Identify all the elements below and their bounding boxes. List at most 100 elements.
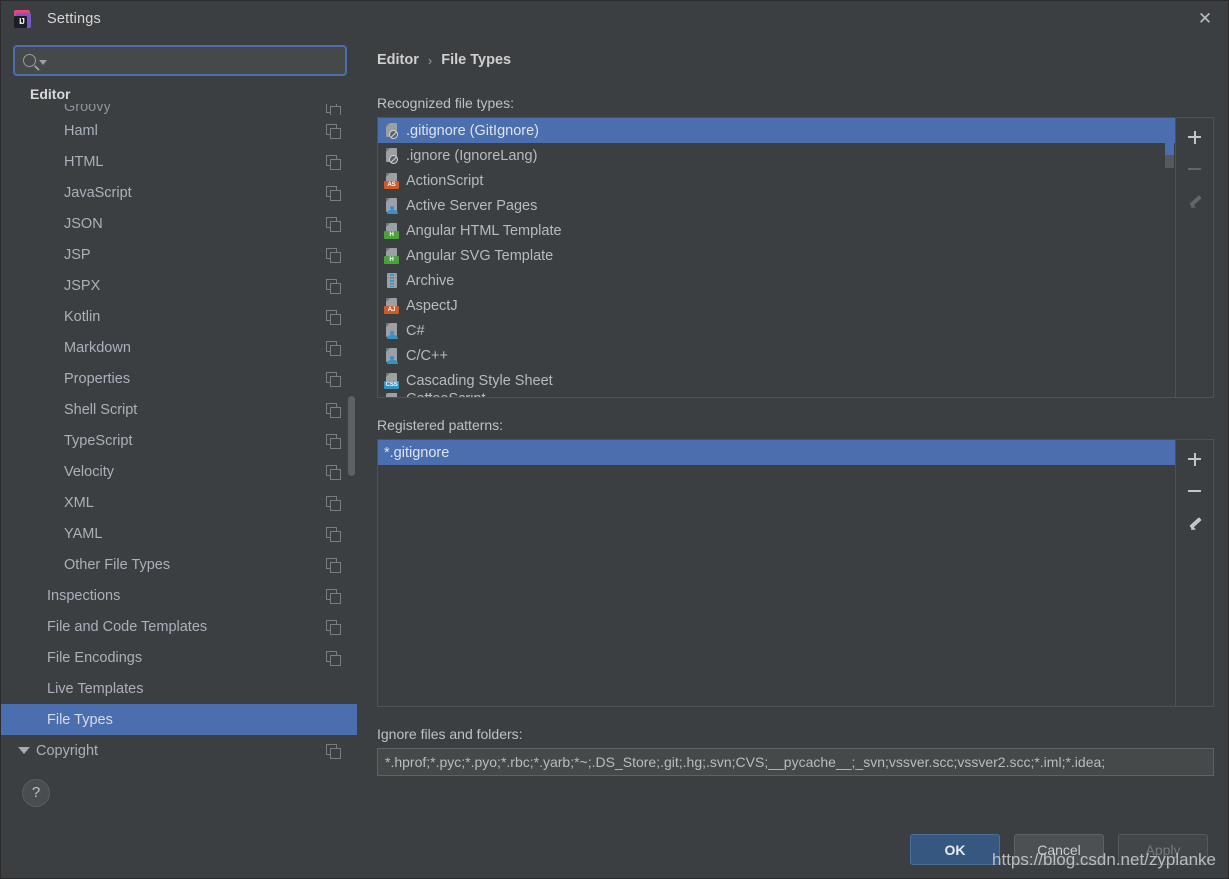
file-type-row[interactable]: CSSCascading Style Sheet [378,368,1175,393]
sidebar-item-properties[interactable]: Properties [1,363,357,394]
sidebar-item-javascript[interactable]: JavaScript [1,177,357,208]
chevron-down-icon[interactable] [18,747,30,754]
file-types-scrollbar[interactable] [1165,119,1174,155]
file-type-name: AspectJ [406,298,458,314]
sidebar-item-yaml[interactable]: YAML [1,518,357,549]
copy-settings-icon[interactable] [326,186,339,199]
file-type-row[interactable]: Archive [378,268,1175,293]
sidebar-item-jspx[interactable]: JSPX [1,270,357,301]
sidebar-scrollbar[interactable] [348,396,355,476]
file-type-row[interactable]: Active Server Pages [378,193,1175,218]
copy-settings-icon[interactable] [326,372,339,385]
sidebar-item-other-file-types[interactable]: Other File Types [1,549,357,580]
file-type-row[interactable]: .ignore (IgnoreLang) [378,143,1175,168]
help-button[interactable]: ? [22,779,50,807]
file-type-name: C# [406,323,425,339]
file-archive-icon [384,273,400,289]
pencil-edit-button[interactable] [1181,510,1209,536]
cancel-button[interactable]: Cancel [1014,834,1104,865]
ok-button[interactable]: OK [910,834,1000,865]
sidebar-item-kotlin[interactable]: Kotlin [1,301,357,332]
sidebar-item-copyright[interactable]: Copyright [1,735,357,764]
sidebar-scroll-area[interactable]: GroovyHamlHTMLJavaScriptJSONJSPJSPXKotli… [1,101,357,764]
copy-settings-icon[interactable] [326,155,339,168]
file-coffeescript-icon: CS [384,393,400,398]
copy-settings-icon[interactable] [326,217,339,230]
close-icon[interactable]: ✕ [1182,1,1228,36]
copy-settings-icon[interactable] [326,744,339,757]
copy-settings-icon[interactable] [326,124,339,137]
copy-settings-icon[interactable] [326,651,339,664]
registered-patterns-area: *.gitignore [377,439,1214,707]
copy-settings-icon[interactable] [326,403,339,416]
dialog-footer: OK Cancel Apply https://blog.csdn.net/zy… [1,821,1228,878]
pencil-icon [1187,516,1202,531]
copy-settings-icon[interactable] [326,248,339,261]
chevron-down-icon [39,60,47,65]
copy-settings-icon[interactable] [326,341,339,354]
pencil-edit-button [1181,188,1209,214]
copy-settings-icon[interactable] [326,527,339,540]
ignore-files-input[interactable] [377,748,1214,776]
file-type-row[interactable]: CSCoffeeScript [378,393,1175,398]
breadcrumb-parent[interactable]: Editor [377,52,419,68]
copy-settings-icon[interactable] [326,465,339,478]
file-type-name: .ignore (IgnoreLang) [406,148,537,164]
sidebar-item-shell-script[interactable]: Shell Script [1,394,357,425]
copy-settings-icon[interactable] [326,589,339,602]
minus-remove-button[interactable] [1181,478,1209,504]
copy-settings-icon[interactable] [326,310,339,323]
file-type-row[interactable]: AJ AspectJ [378,293,1175,318]
sidebar-item-velocity[interactable]: Velocity [1,456,357,487]
sidebar-item-label: Markdown [64,340,131,356]
pattern-row[interactable]: *.gitignore [378,440,1175,465]
file-types-list[interactable]: .gitignore (GitIgnore) .ignore (IgnoreLan… [377,117,1176,398]
sidebar-item-label: File and Code Templates [47,619,207,635]
file-aspectj-icon: AJ [384,298,400,314]
sidebar-item-html[interactable]: HTML [1,146,357,177]
file-ignore-icon [384,148,400,164]
search-input[interactable] [47,53,337,68]
search-box[interactable] [13,45,347,76]
file-type-row[interactable]: HAngular HTML Template [378,218,1175,243]
minus-remove-button [1181,156,1209,182]
patterns-list[interactable]: *.gitignore [377,439,1176,707]
file-type-row[interactable]: ASActionScript [378,168,1175,193]
sidebar-item-json[interactable]: JSON [1,208,357,239]
title-bar: IJ Settings ✕ [1,1,1228,36]
sidebar-item-inspections[interactable]: Inspections [1,580,357,611]
sidebar-group-editor: Editor [1,84,357,104]
file-type-name: .gitignore (GitIgnore) [406,123,539,139]
copy-settings-icon[interactable] [326,279,339,292]
copy-settings-icon[interactable] [326,620,339,633]
copy-settings-icon[interactable] [326,558,339,571]
recognized-file-types-label: Recognized file types: [377,95,1214,111]
file-type-name: C/C++ [406,348,448,364]
minus-icon [1188,168,1201,170]
file-css-icon: CSS [384,373,400,389]
sidebar-item-jsp[interactable]: JSP [1,239,357,270]
breadcrumb-current: File Types [441,52,511,68]
sidebar-item-label: Properties [64,371,130,387]
sidebar-item-haml[interactable]: Haml [1,115,357,146]
copy-settings-icon[interactable] [326,434,339,447]
plus-add-button[interactable] [1181,124,1209,150]
file-type-name: Angular HTML Template [406,223,562,239]
file-type-row[interactable]: C# [378,318,1175,343]
copy-settings-icon[interactable] [326,496,339,509]
file-type-name: Angular SVG Template [406,248,553,264]
sidebar-item-live-templates[interactable]: Live Templates [1,673,357,704]
sidebar-item-xml[interactable]: XML [1,487,357,518]
file-type-row[interactable]: C/C++ [378,343,1175,368]
registered-patterns-label: Registered patterns: [377,417,1214,433]
sidebar-item-markdown[interactable]: Markdown [1,332,357,363]
file-type-row[interactable]: .gitignore (GitIgnore) [378,118,1175,143]
file-type-row[interactable]: HAngular SVG Template [378,243,1175,268]
window-title: Settings [47,11,101,27]
sidebar-item-file-and-code-templates[interactable]: File and Code Templates [1,611,357,642]
plus-add-button[interactable] [1181,446,1209,472]
sidebar-item-file-types[interactable]: File Types [1,704,357,735]
sidebar-item-label: Copyright [36,743,98,759]
sidebar-item-file-encodings[interactable]: File Encodings [1,642,357,673]
sidebar-item-typescript[interactable]: TypeScript [1,425,357,456]
